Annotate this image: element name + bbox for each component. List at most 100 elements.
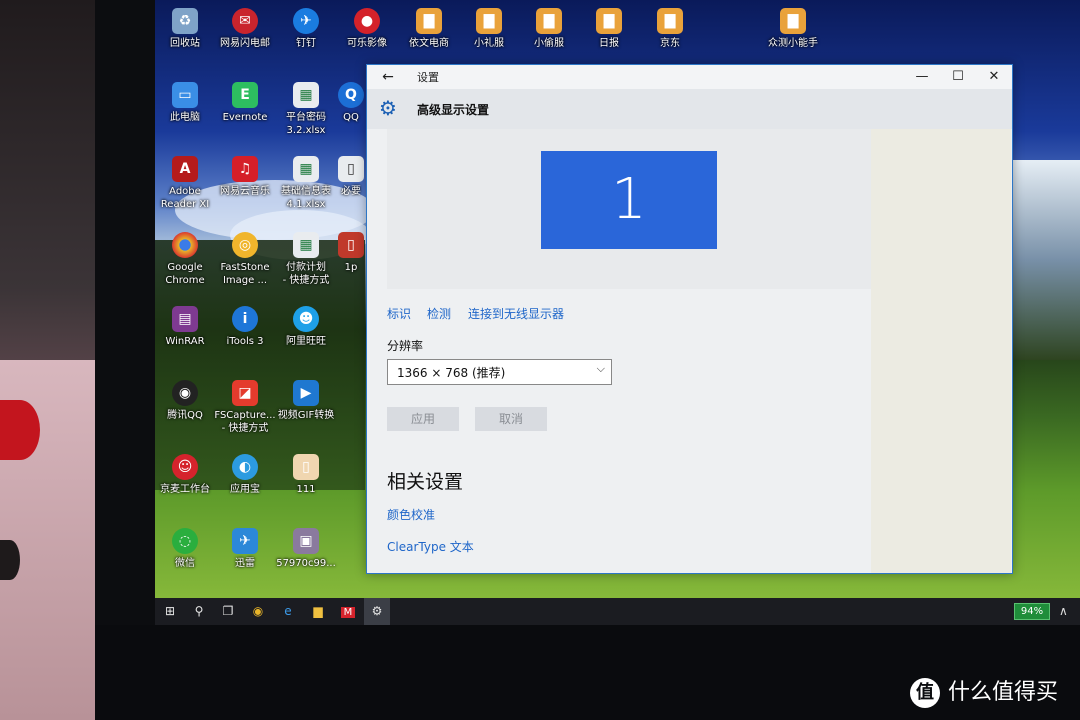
taskbar-settings[interactable]: ⚙ xyxy=(364,598,390,625)
desktop-icon-adobe[interactable]: A Adobe Reader XI xyxy=(154,156,216,211)
desktop-icon-riji[interactable]: ▇ 日报 xyxy=(578,8,640,50)
resolution-select[interactable]: 1366 × 768 (推荐) ⌵ xyxy=(387,359,612,385)
maximize-button[interactable]: ☐ xyxy=(940,65,976,89)
page-title: 高级显示设置 xyxy=(417,103,490,117)
monitor-tile[interactable]: 1 xyxy=(541,151,717,249)
app-m-icon: M xyxy=(340,607,356,618)
folder-icon: ▇ xyxy=(536,8,562,34)
desktop-icon-pingtai-xlsx[interactable]: ▦ 平台密码 3.2.xlsx xyxy=(275,82,337,137)
gear-icon: ⚙ xyxy=(379,96,397,120)
desktop-icon-yiwen[interactable]: ▇ 依文电商 xyxy=(398,8,460,50)
desktop-icon-111[interactable]: ▯ 111 xyxy=(275,454,337,496)
desktop-icon-xunlei[interactable]: ✈ 迅雷 xyxy=(214,528,276,570)
desktop-icon-itools[interactable]: i iTools 3 xyxy=(214,306,276,348)
taskbar-edge[interactable]: e xyxy=(275,598,301,625)
adobe-reader-icon: A xyxy=(172,156,198,182)
window-title: 设置 xyxy=(417,71,439,84)
settings-window: ← 设置 — ☐ ✕ ⚙ 高级显示设置 1 标识 检测 连接到无线显示器 分辨率… xyxy=(366,64,1013,574)
detect-link[interactable]: 检测 xyxy=(427,305,451,322)
minimize-button[interactable]: — xyxy=(904,65,940,89)
taskbar-explorer[interactable]: ▆ xyxy=(305,598,331,625)
music-icon: ♫ xyxy=(232,156,258,182)
resolution-value: 1366 × 768 (推荐) xyxy=(397,366,506,380)
desktop-icon-wechat[interactable]: ◌ 微信 xyxy=(154,528,216,570)
app-store-icon: ◐ xyxy=(232,454,258,480)
minimize-icon: — xyxy=(915,69,929,84)
file-icon: ▯ xyxy=(338,156,364,182)
desktop-icon-qq-partial[interactable]: Q QQ xyxy=(336,82,366,124)
close-icon: ✕ xyxy=(988,69,1000,84)
shortcut-icon: ▦ xyxy=(293,232,319,258)
jingmai-icon: ☺ xyxy=(172,454,198,480)
desktop-icon-bibei-partial[interactable]: ▯ 必要 xyxy=(336,156,366,198)
window-titlebar: ← 设置 — ☐ ✕ xyxy=(367,65,1012,89)
chrome-icon xyxy=(172,232,198,258)
desktop-icon-zhongce[interactable]: ▇ 众测小能手 xyxy=(760,8,826,50)
desktop-icon-faststone[interactable]: ◎ FastStone Image ... xyxy=(214,232,276,287)
desktop-icon-jingmai[interactable]: ☺ 京麦工作台 xyxy=(154,454,216,496)
desktop-icon-this-pc[interactable]: ▭ 此电脑 xyxy=(154,82,216,124)
related-settings-heading: 相关设置 xyxy=(387,471,464,493)
cleartype-link[interactable]: ClearType 文本 xyxy=(387,538,474,555)
watermark-logo-icon: 值 xyxy=(910,678,940,708)
desktop-icon-fukuan[interactable]: ▦ 付款计划 - 快捷方式 xyxy=(275,232,337,287)
cancel-button[interactable]: 取消 xyxy=(475,407,547,431)
wireless-display-link[interactable]: 连接到无线显示器 xyxy=(468,305,564,322)
file-icon: ▯ xyxy=(338,232,364,258)
folder-icon: ▇ xyxy=(657,8,683,34)
desktop-icon-chrome[interactable]: Google Chrome xyxy=(154,232,216,287)
maximize-icon: ☐ xyxy=(952,69,964,84)
desktop-icon-xiaotou[interactable]: ▇ 小偷服 xyxy=(518,8,580,50)
wallpaper-mountain xyxy=(1010,160,1080,360)
start-button[interactable]: ⊞ xyxy=(157,598,183,625)
qq-icon: Q xyxy=(338,82,364,108)
desktop-icon-gif[interactable]: ▶ 视频GIF转换 xyxy=(275,380,337,422)
spreadsheet-icon: ▦ xyxy=(293,156,319,182)
evernote-icon: E xyxy=(232,82,258,108)
identify-link[interactable]: 标识 xyxy=(387,305,411,322)
computer-icon: ▭ xyxy=(172,82,198,108)
task-view-button[interactable]: ❐ xyxy=(215,598,241,625)
apply-button[interactable]: 应用 xyxy=(387,407,459,431)
desktop-icon-jichu-xlsx[interactable]: ▦ 基础信息表 4.1.xlsx xyxy=(275,156,337,211)
desktop-icon-yingyongbao[interactable]: ◐ 应用宝 xyxy=(214,454,276,496)
desktop-icon-dingding[interactable]: ✈ 钉钉 xyxy=(275,8,337,50)
qq-penguin-icon: ◉ xyxy=(172,380,198,406)
back-button[interactable]: ← xyxy=(377,67,399,87)
close-button[interactable]: ✕ xyxy=(976,65,1012,89)
chrome-icon: ◉ xyxy=(252,604,264,618)
search-button[interactable]: ⚲ xyxy=(186,598,212,625)
image-file-icon: ▣ xyxy=(293,528,319,554)
desktop-icon-qq[interactable]: ◉ 腾讯QQ xyxy=(154,380,216,422)
desktop-icon-netease-music[interactable]: ♫ 网易云音乐 xyxy=(214,156,276,198)
gear-icon: ⚙ xyxy=(371,604,383,618)
taskbar-chrome[interactable]: ◉ xyxy=(245,598,271,625)
mail-icon: ✉ xyxy=(232,8,258,34)
desktop-icon-1p-partial[interactable]: ▯ 1p xyxy=(336,232,366,274)
wechat-icon: ◌ xyxy=(172,528,198,554)
resolution-label: 分辨率 xyxy=(387,339,424,353)
desktop-icon-aliwangwang[interactable]: ☻ 阿里旺旺 xyxy=(275,306,337,348)
desktop-icon-kele[interactable]: ● 可乐影像 xyxy=(336,8,398,50)
windows-logo-icon: ⊞ xyxy=(164,604,176,618)
desktop-icon-jingdong[interactable]: ▇ 京东 xyxy=(639,8,701,50)
folder-icon: ▇ xyxy=(596,8,622,34)
desktop-icon-recycle-bin[interactable]: ♻ 回收站 xyxy=(154,8,216,50)
desktop-icon-winrar[interactable]: ▤ WinRAR xyxy=(154,306,216,348)
desktop-icon-fscapture[interactable]: ◪ FSCapture... - 快捷方式 xyxy=(214,380,276,435)
battery-indicator[interactable]: 94% xyxy=(1014,603,1050,620)
camera-icon: ● xyxy=(354,8,380,34)
desktop-icon-xiaoli[interactable]: ▇ 小礼服 xyxy=(458,8,520,50)
taskbar-app-m[interactable]: M xyxy=(335,598,361,625)
color-calibration-link[interactable]: 颜色校准 xyxy=(387,506,435,523)
monitor-bezel-left xyxy=(95,0,155,720)
recycle-bin-icon: ♻ xyxy=(172,8,198,34)
desktop-icon-evernote[interactable]: E Evernote xyxy=(214,82,276,124)
desktop-icon-mail[interactable]: ✉ 网易闪电邮 xyxy=(214,8,276,50)
itools-icon: i xyxy=(232,306,258,332)
file-icon: ▯ xyxy=(293,454,319,480)
desktop-icon-image-file[interactable]: ▣ 57970c99... xyxy=(275,528,337,570)
dark-object xyxy=(0,540,20,580)
chevron-up-icon[interactable]: ∧ xyxy=(1059,598,1068,625)
taskbar: ⊞ ⚲ ❐ ◉ e ▆ M ⚙ 94% ∧ xyxy=(155,598,1080,625)
